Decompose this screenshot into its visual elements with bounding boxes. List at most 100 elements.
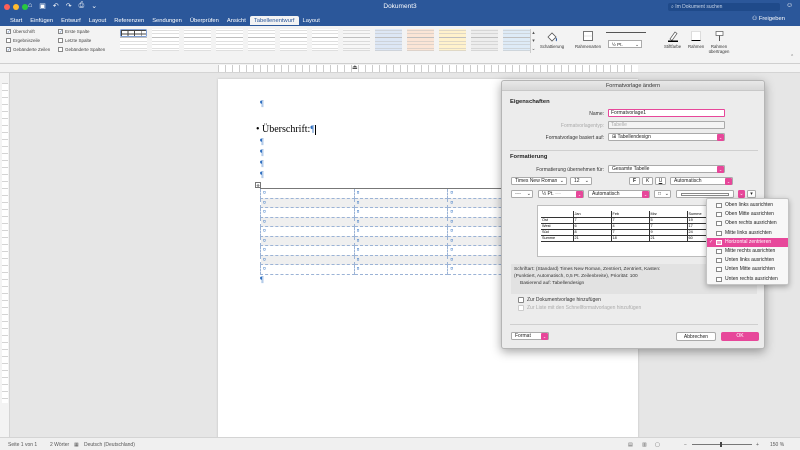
font-select[interactable]: Times New Roman ⌄	[511, 177, 567, 185]
table-style-swatch[interactable]	[280, 29, 307, 51]
italic-button[interactable]: K	[642, 177, 653, 185]
table-cell[interactable]: ¤	[260, 197, 355, 208]
table-style-swatch[interactable]	[375, 29, 402, 51]
tab-referenzen[interactable]: Referenzen	[110, 16, 148, 25]
alignment-option[interactable]: Unten Mitte ausrichten	[707, 265, 788, 274]
table-cell[interactable]: ¤	[353, 235, 449, 246]
table-row[interactable]: ¤ ¤ ¤	[260, 226, 542, 237]
table-style-swatch[interactable]	[407, 29, 434, 51]
option-header-row[interactable]: ✓ Überschrift	[6, 29, 35, 34]
alignment-option[interactable]: Oben rechts ausrichten	[707, 219, 788, 228]
share-button[interactable]: ⚇ Freigeben	[752, 16, 785, 22]
border-type-select[interactable]: □ ⌄	[654, 190, 671, 198]
table-style-swatch[interactable]	[248, 29, 275, 51]
border-style-select[interactable]: ┄┄ ⌄	[511, 190, 533, 198]
option-first-column[interactable]: ✓ Erste Spalte	[58, 29, 90, 34]
table-style-swatch[interactable]	[216, 29, 243, 51]
table-row[interactable]: ¤ ¤ ¤	[260, 197, 542, 208]
table-style-swatch[interactable]	[503, 29, 530, 51]
table-style-swatch[interactable]	[471, 29, 498, 51]
table-row[interactable]: ¤ ¤ ¤	[260, 254, 542, 265]
page-count[interactable]: Seite 1 von 1	[8, 442, 37, 448]
table-cell[interactable]: ¤	[260, 245, 355, 256]
table-style-swatch[interactable]	[120, 29, 147, 37]
document-table[interactable]: ¤ ¤ ¤ ¤ ¤ ¤ ¤ ¤ ¤ ¤ ¤ ¤ ¤ ¤ ¤ ¤ ¤ ¤ ¤ ¤ ¤ ¤ ¤ ¤ ¤ ¤ ¤	[260, 188, 542, 275]
tab-ueberpruefen[interactable]: Überprüfen	[186, 16, 223, 25]
alignment-option[interactable]: Mitte links ausrichten	[707, 229, 788, 238]
table-cell[interactable]: ¤	[260, 207, 355, 218]
table-cell[interactable]: ¤	[353, 188, 449, 199]
zoom-slider-thumb[interactable]	[720, 442, 722, 447]
zoom-out-icon[interactable]: −	[684, 442, 687, 448]
bold-button[interactable]: F	[629, 177, 640, 185]
alignment-option[interactable]: ✓ Horizontal zentrieren	[707, 237, 788, 247]
tab-sendungen[interactable]: Sendungen	[148, 16, 186, 25]
view-focus-icon[interactable]: ▢	[655, 442, 660, 448]
shading-color-select[interactable]	[676, 190, 734, 198]
based-on-select[interactable]: ⊞ Tabellendesign ⌄	[608, 133, 725, 141]
ruler-scale[interactable]	[218, 65, 638, 72]
zoom-level[interactable]: 150 %	[770, 442, 784, 448]
borders-button[interactable]: Rahmen	[688, 30, 704, 49]
ok-button[interactable]: OK	[721, 332, 759, 341]
tab-layout[interactable]: Layout	[85, 16, 110, 25]
option-banded-columns[interactable]: Gebänderte Spalten	[58, 47, 105, 52]
border-painter-button[interactable]: Rahmen übertragen	[708, 30, 730, 54]
table-cell[interactable]: ¤	[353, 245, 449, 256]
table-row[interactable]: ¤ ¤ ¤	[260, 216, 542, 227]
heading-paragraph[interactable]: • Überschrift:¶	[256, 124, 317, 135]
table-cell[interactable]: ¤	[260, 254, 355, 265]
cancel-button[interactable]: Abbrechen	[676, 332, 716, 341]
feedback-icon[interactable]: ☺	[786, 2, 793, 9]
table-cell[interactable]: ¤	[353, 226, 449, 237]
font-color-select[interactable]: Automatisch ⌄	[670, 177, 733, 185]
table-cell[interactable]: ¤	[260, 264, 355, 275]
option-banded-rows[interactable]: ✓ Gebänderte Zeilen	[6, 47, 50, 52]
table-cell[interactable]: ¤	[353, 264, 449, 275]
table-style-swatch[interactable]	[439, 29, 466, 51]
border-styles-button[interactable]: Rahmenarten	[575, 30, 601, 49]
more-options-button[interactable]: ▾	[747, 190, 756, 198]
collapse-ribbon-icon[interactable]: ⌃	[790, 54, 794, 60]
spelling-status-icon[interactable]: ▦	[74, 442, 79, 448]
shading-button[interactable]: Schattierung	[540, 30, 564, 49]
table-cell[interactable]: ¤	[353, 207, 449, 218]
tab-ansicht[interactable]: Ansicht	[223, 16, 250, 25]
table-cell[interactable]: ¤	[260, 216, 355, 227]
font-size-select[interactable]: 12 ⌄	[570, 177, 592, 185]
gallery-scroll[interactable]: ▴ ▾ ⌄	[530, 29, 536, 53]
option-total-row[interactable]: Ergebniszeile	[6, 38, 40, 43]
tab-table-layout[interactable]: Layout	[299, 16, 324, 25]
table-cell[interactable]: ¤	[353, 197, 449, 208]
table-cell[interactable]: ¤	[260, 235, 355, 246]
add-to-template-checkbox[interactable]: Zur Dokumentvorlage hinzufügen	[518, 297, 601, 303]
pen-style-line[interactable]	[606, 32, 646, 33]
table-row[interactable]: ¤ ¤ ¤	[260, 235, 542, 246]
table-cell[interactable]: ¤	[260, 226, 355, 237]
table-style-swatch[interactable]	[312, 29, 339, 51]
table-row[interactable]: ¤ ¤ ¤	[260, 188, 542, 199]
table-style-swatch[interactable]	[152, 29, 179, 51]
tab-entwurf[interactable]: Entwurf	[57, 16, 85, 25]
view-web-layout-icon[interactable]: ▥	[642, 442, 647, 448]
table-cell[interactable]: ¤	[353, 254, 449, 265]
table-cell[interactable]: ¤	[353, 216, 449, 227]
underline-button[interactable]: U	[655, 177, 666, 185]
language-status[interactable]: Deutsch (Deutschland)	[84, 442, 135, 448]
search-input[interactable]: ⌕ Im Dokument suchen	[668, 3, 780, 11]
tab-start[interactable]: Start	[6, 16, 26, 25]
option-last-column[interactable]: Letzte Spalte	[58, 38, 91, 43]
table-row[interactable]: ¤ ¤ ¤	[260, 264, 542, 275]
alignment-option[interactable]: Unten links ausrichten	[707, 256, 788, 265]
table-row[interactable]: ¤ ¤ ¤	[260, 207, 542, 218]
vertical-ruler-scale[interactable]	[2, 83, 8, 403]
alignment-option[interactable]: Oben links ausrichten	[707, 201, 788, 210]
border-weight-select[interactable]: ½ Pt. ┄┄ ⌄	[538, 190, 584, 198]
zoom-slider[interactable]	[692, 444, 752, 445]
pen-weight-select[interactable]: ½ Pt. ⌄	[608, 40, 642, 48]
tab-tabellenentwurf[interactable]: Tabellenentwurf	[249, 16, 299, 25]
pen-color-button[interactable]: Stiftfarbe	[664, 30, 681, 49]
word-count[interactable]: 2 Wörter	[50, 442, 69, 448]
indent-marker-icon[interactable]: ⏏	[352, 64, 358, 71]
tab-einfuegen[interactable]: Einfügen	[26, 16, 57, 25]
